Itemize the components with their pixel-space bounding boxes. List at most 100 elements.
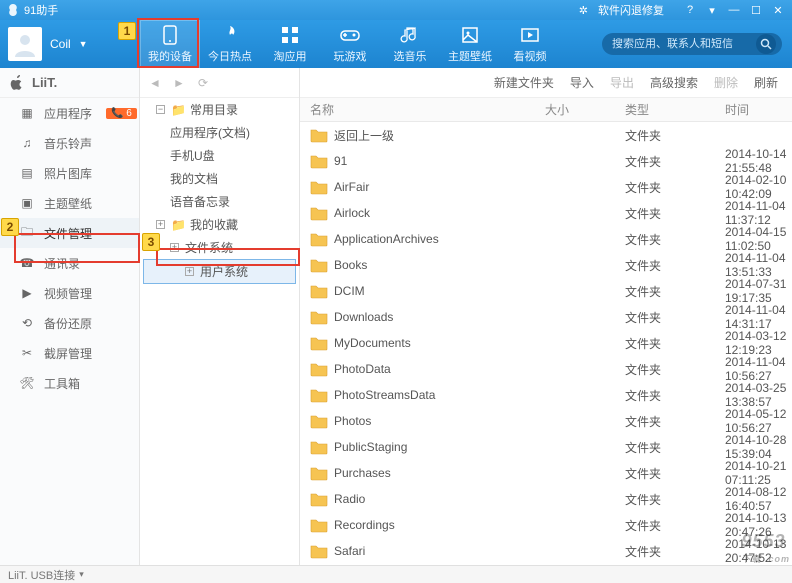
refresh-button[interactable]: 刷新	[754, 74, 778, 91]
close-icon[interactable]: ✕	[770, 4, 786, 17]
tree-label: 语音备忘录	[170, 193, 230, 210]
file-time: 2014-04-15 11:02:50	[725, 225, 792, 253]
table-row[interactable]: Purchases文件夹2014-10-21 07:11:25	[300, 460, 792, 486]
collapse-icon[interactable]: −	[156, 105, 165, 114]
expand-icon[interactable]: +	[156, 220, 165, 229]
folder-icon	[310, 283, 328, 299]
nav-item-grid[interactable]: 淘应用	[260, 20, 320, 68]
sidebar-icon: ⟲	[20, 316, 34, 330]
table-row[interactable]: MyDocuments文件夹2014-03-12 12:19:23	[300, 330, 792, 356]
forward-icon[interactable]: ►	[170, 76, 188, 90]
folder-icon	[310, 387, 328, 403]
sidebar-item-6[interactable]: ▶视频管理	[0, 278, 139, 308]
export-button[interactable]: 导出	[610, 74, 634, 91]
nav-item-music[interactable]: 选音乐	[380, 20, 440, 68]
sidebar-icon: ▦	[20, 106, 34, 120]
sidebar-item-2[interactable]: ▤照片图库	[0, 158, 139, 188]
grid-icon	[279, 24, 301, 46]
folder-icon	[310, 543, 328, 559]
file-type: 文件夹	[625, 387, 725, 404]
dropdown-icon[interactable]: ▾	[704, 4, 720, 17]
refresh-icon[interactable]: ⟳	[194, 76, 212, 90]
sidebar-item-1[interactable]: ♫音乐铃声	[0, 128, 139, 158]
sidebar-item-4[interactable]: 🗀文件管理	[0, 218, 139, 248]
file-name: Radio	[334, 492, 365, 506]
nav-label: 看视频	[514, 48, 547, 64]
expand-icon[interactable]: +	[170, 243, 179, 252]
file-type: 文件夹	[625, 517, 725, 534]
table-row[interactable]: DCIM文件夹2014-07-31 19:17:35	[300, 278, 792, 304]
expand-icon[interactable]: +	[185, 267, 194, 276]
table-row[interactable]: 返回上一级文件夹	[300, 122, 792, 148]
file-name: 返回上一级	[334, 127, 394, 144]
file-name: Purchases	[334, 466, 391, 480]
nav-item-theme[interactable]: 主题壁纸	[440, 20, 500, 68]
nav-item-game[interactable]: 玩游戏	[320, 20, 380, 68]
help-icon[interactable]: ?	[682, 4, 698, 17]
file-time: 2014-05-12 10:56:27	[725, 407, 792, 435]
table-row[interactable]: Safari文件夹2014-10-13 20:47:52	[300, 538, 792, 564]
nav-label: 玩游戏	[334, 48, 367, 64]
file-time: 2014-11-04 13:51:33	[725, 251, 792, 279]
tree-toolbar: ◄ ► ⟳	[140, 68, 299, 98]
table-row[interactable]: general_storage文件夹	[300, 564, 792, 565]
back-icon[interactable]: ◄	[146, 76, 164, 90]
file-name: AirFair	[334, 180, 369, 194]
nav-item-video[interactable]: 看视频	[500, 20, 560, 68]
table-row[interactable]: ApplicationArchives文件夹2014-04-15 11:02:5…	[300, 226, 792, 252]
delete-button[interactable]: 删除	[714, 74, 738, 91]
table-row[interactable]: PhotoData文件夹2014-11-04 10:56:27	[300, 356, 792, 382]
theme-icon	[459, 24, 481, 46]
col-size[interactable]: 大小	[545, 101, 625, 118]
tree-node-usersystem[interactable]: + 用户系统	[143, 259, 296, 284]
col-name[interactable]: 名称	[310, 101, 545, 118]
table-row[interactable]: Airlock文件夹2014-11-04 11:37:12	[300, 200, 792, 226]
device-header[interactable]: LiiT.	[0, 68, 139, 98]
nav-item-fire[interactable]: 今日热点	[200, 20, 260, 68]
sidebar-item-8[interactable]: ✂截屏管理	[0, 338, 139, 368]
table-row[interactable]: AirFair文件夹2014-02-10 10:42:09	[300, 174, 792, 200]
sidebar: LiiT. ▦应用程序📞 6♫音乐铃声▤照片图库▣主题壁纸🗀文件管理☎通讯录▶视…	[0, 68, 140, 565]
tree-node[interactable]: 语音备忘录	[140, 190, 299, 213]
col-time[interactable]: 时间	[725, 101, 792, 118]
sidebar-item-3[interactable]: ▣主题壁纸	[0, 188, 139, 218]
gear-icon[interactable]: ✲	[579, 4, 588, 17]
folder-icon	[310, 517, 328, 533]
table-row[interactable]: Recordings文件夹2014-10-13 20:47:26	[300, 512, 792, 538]
flash-repair-link[interactable]: 软件闪退修复	[598, 2, 664, 18]
col-type[interactable]: 类型	[625, 101, 725, 118]
tree-node[interactable]: 应用程序(文档)	[140, 121, 299, 144]
tree-node-common[interactable]: − 📁 常用目录	[140, 98, 299, 121]
table-row[interactable]: Photos文件夹2014-05-12 10:56:27	[300, 408, 792, 434]
file-type: 文件夹	[625, 153, 725, 170]
chevron-down-icon[interactable]: ▾	[79, 569, 84, 580]
sidebar-item-7[interactable]: ⟲备份还原	[0, 308, 139, 338]
adv-search-button[interactable]: 高级搜索	[650, 74, 698, 91]
sidebar-item-9[interactable]: 🛠工具箱	[0, 368, 139, 398]
tree-node[interactable]: 我的文档	[140, 167, 299, 190]
import-button[interactable]: 导入	[570, 74, 594, 91]
maximize-icon[interactable]: ☐	[748, 4, 764, 17]
sidebar-item-label: 文件管理	[44, 225, 92, 242]
file-time: 2014-10-21 07:11:25	[725, 459, 792, 487]
sidebar-item-5[interactable]: ☎通讯录	[0, 248, 139, 278]
search-input[interactable]	[612, 38, 752, 50]
sidebar-item-label: 照片图库	[44, 165, 92, 182]
minimize-icon[interactable]: —	[726, 4, 742, 17]
search-button[interactable]	[756, 34, 776, 54]
new-folder-button[interactable]: 新建文件夹	[494, 74, 554, 91]
table-row[interactable]: PhotoStreamsData文件夹2014-03-25 13:38:57	[300, 382, 792, 408]
sidebar-item-0[interactable]: ▦应用程序📞 6	[0, 98, 139, 128]
table-row[interactable]: Books文件夹2014-11-04 13:51:33	[300, 252, 792, 278]
table-row[interactable]: Radio文件夹2014-08-12 16:40:57	[300, 486, 792, 512]
tree-node-favorites[interactable]: + 📁 我的收藏	[140, 213, 299, 236]
tree-node[interactable]: 手机U盘	[140, 144, 299, 167]
folder-icon	[310, 205, 328, 221]
table-row[interactable]: PublicStaging文件夹2014-10-28 15:39:04	[300, 434, 792, 460]
table-row[interactable]: 91文件夹2014-10-14 21:55:48	[300, 148, 792, 174]
tree-node-filesystem[interactable]: + 文件系统	[140, 236, 299, 259]
table-row[interactable]: Downloads文件夹2014-11-04 14:31:17	[300, 304, 792, 330]
folder-icon	[310, 491, 328, 507]
nav-item-device[interactable]: 我的设备	[140, 20, 200, 68]
apple-icon	[10, 75, 24, 91]
